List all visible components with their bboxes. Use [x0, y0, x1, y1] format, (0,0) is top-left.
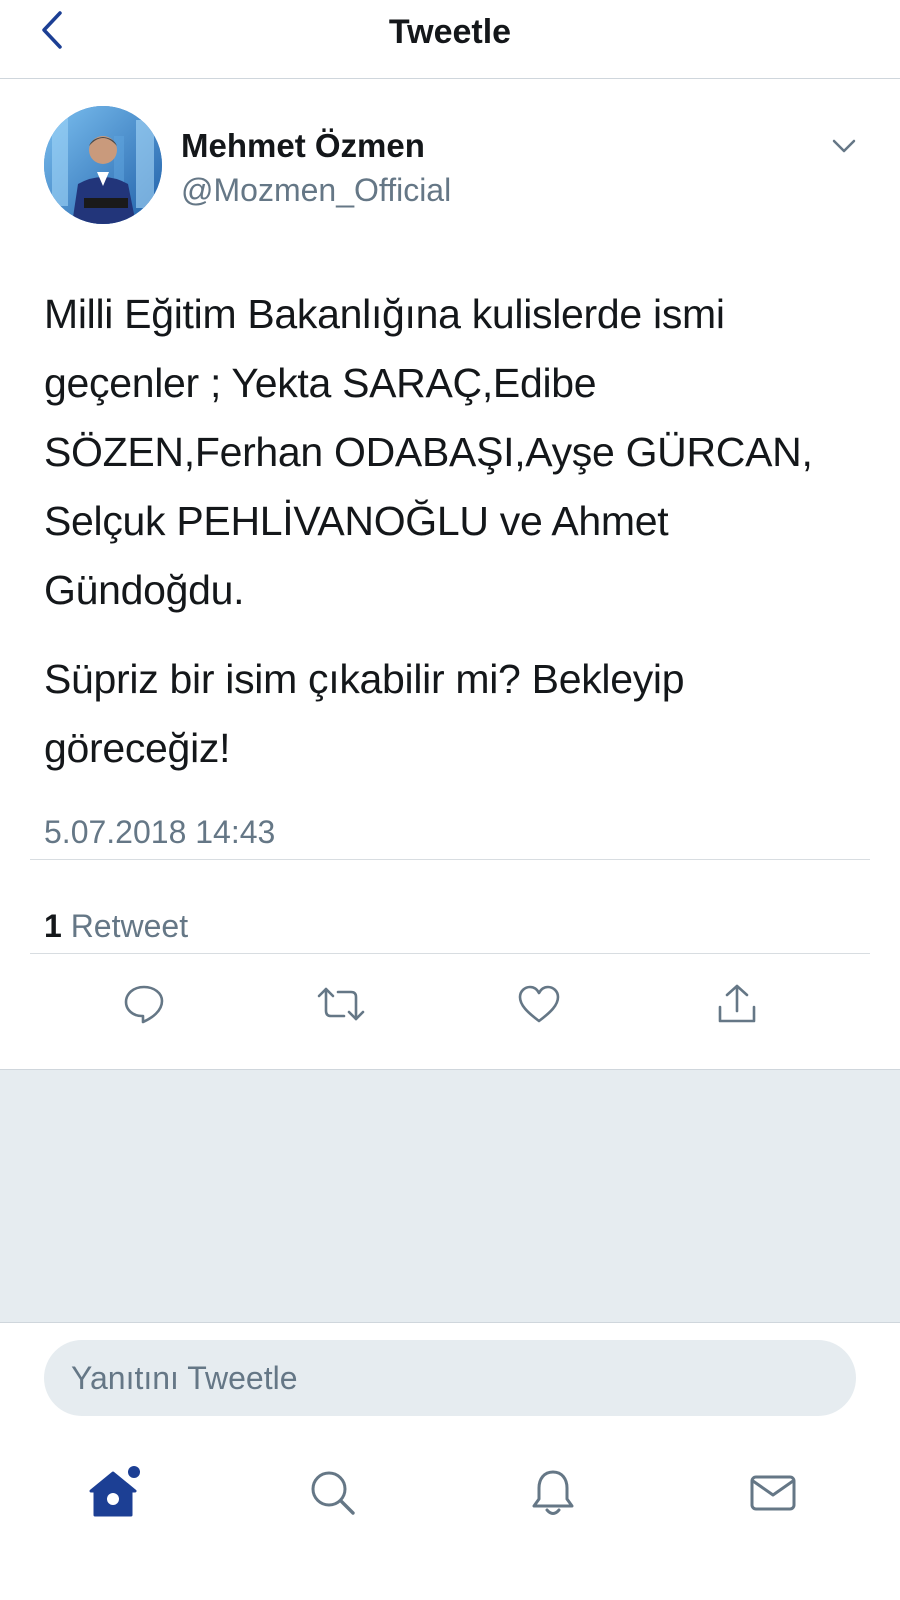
comment-icon — [122, 983, 166, 1030]
mail-icon — [749, 1473, 797, 1518]
tweet-menu-button[interactable] — [824, 128, 864, 168]
top-navigation-bar: Tweetle — [0, 0, 900, 79]
reply-button[interactable] — [114, 976, 174, 1036]
tweet-timestamp: 5.07.2018 14:43 — [44, 814, 276, 850]
page-title: Tweetle — [388, 13, 512, 51]
tweet-text: Milli Eğitim Bakanlığına kulislerde ismi… — [44, 280, 854, 783]
heart-icon — [517, 984, 561, 1029]
divider — [30, 953, 870, 954]
divider — [30, 859, 870, 860]
author-name[interactable]: Mehmet Özmen — [181, 126, 425, 166]
reply-placeholder: Yanıtını Tweetle — [71, 1360, 298, 1396]
share-icon — [716, 983, 758, 1030]
tab-search[interactable] — [298, 1460, 368, 1530]
search-icon — [309, 1469, 357, 1522]
share-button[interactable] — [707, 976, 767, 1036]
retweet-icon — [316, 985, 366, 1028]
tweet-paragraph: Milli Eğitim Bakanlığına kulislerde ismi… — [44, 291, 813, 613]
bell-icon — [529, 1467, 577, 1524]
tweet-actions — [0, 976, 900, 1044]
tab-messages[interactable] — [738, 1460, 808, 1530]
replies-area — [0, 1069, 900, 1323]
retweet-count: 1 — [44, 908, 62, 944]
avatar[interactable] — [44, 106, 162, 224]
tab-home[interactable] — [78, 1460, 148, 1530]
retweet-label: Retweet — [70, 908, 189, 944]
tweet-author: Mehmet Özmen @Mozmen_Official — [44, 106, 864, 226]
retweet-stats[interactable]: 1 Retweet — [44, 906, 188, 946]
tab-notifications[interactable] — [518, 1460, 588, 1530]
author-handle[interactable]: @Mozmen_Official — [181, 170, 451, 210]
like-button[interactable] — [509, 976, 569, 1036]
home-icon — [85, 1465, 141, 1526]
bottom-tab-bar — [0, 1440, 900, 1550]
chevron-down-icon — [831, 138, 857, 159]
reply-input[interactable]: Yanıtını Tweetle — [44, 1340, 856, 1416]
tweet-paragraph: Süpriz bir isim çıkabilir mi? Bekleyip g… — [44, 656, 685, 771]
retweet-button[interactable] — [311, 976, 371, 1036]
